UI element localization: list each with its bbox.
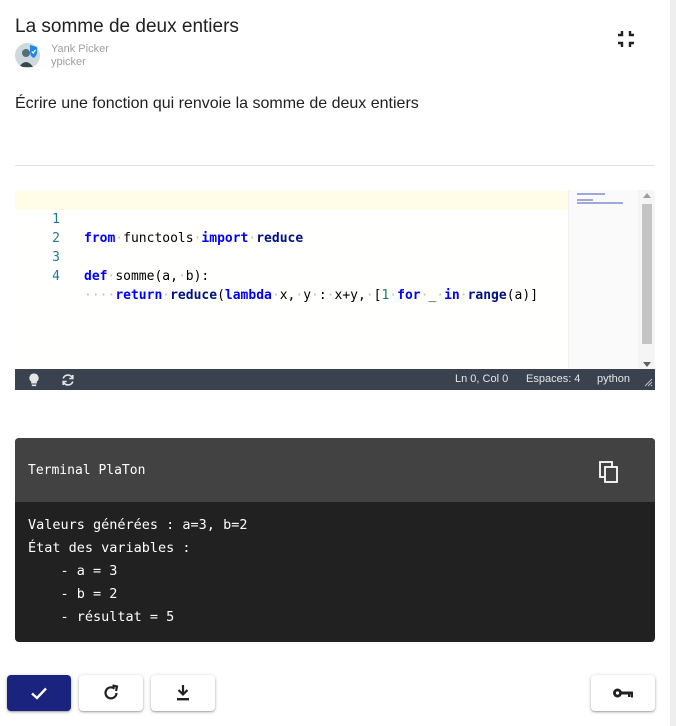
code-text: ····return·reduce(lambda·x,·y·:·x+y,·[1·… [84, 288, 539, 303]
scrollbar-thumb[interactable] [642, 204, 652, 344]
terminal-line: Valeurs générées : a=3, b=2 [28, 517, 248, 533]
divider [15, 165, 655, 166]
exercise-header: La somme de deux entiers Yank Picker ypi… [15, 16, 655, 72]
indentation-setting[interactable]: Espaces: 4 [526, 373, 580, 385]
scroll-down-icon[interactable] [643, 362, 651, 367]
terminal-title: Terminal PlaTon [28, 463, 146, 478]
terminal-output: Valeurs générées : a=3, b=2 État des var… [28, 516, 247, 631]
code-line[interactable]: 2 [15, 210, 568, 246]
terminal-line: État des variables : [28, 540, 191, 556]
terminal-line: - a = 3 [28, 563, 118, 579]
editor-statusbar: Ln 0, Col 0 Espaces: 4 python [15, 369, 655, 390]
author-name: Yank Picker [51, 43, 109, 55]
line-number: 4 [52, 269, 60, 284]
submit-button[interactable] [7, 675, 71, 711]
refresh-icon [104, 684, 119, 700]
copy-icon[interactable] [597, 460, 621, 484]
code-area[interactable]: 1 from·functools·import·reduce 2 3 def·s… [15, 190, 568, 369]
right-scroll-rail [670, 0, 676, 726]
scroll-up-icon[interactable] [643, 193, 651, 198]
exercise-statement: Écrire une fonction qui renvoie la somme… [15, 95, 419, 112]
terminal-line: - b = 2 [28, 586, 118, 602]
lightbulb-icon[interactable] [26, 372, 42, 388]
code-text: def·somme(a,·b): [84, 269, 210, 284]
fullscreen-exit-icon[interactable] [615, 28, 637, 50]
author-username: ypicker [51, 56, 86, 68]
editor-minimap[interactable] [568, 190, 638, 369]
editor-vertical-scrollbar[interactable] [638, 190, 655, 369]
download-button[interactable] [151, 675, 215, 711]
sync-icon[interactable] [60, 372, 76, 388]
code-line[interactable]: 1 from·functools·import·reduce [15, 191, 568, 246]
key-icon [613, 688, 633, 698]
solution-key-button[interactable] [591, 675, 655, 711]
resize-grip-icon[interactable] [643, 377, 653, 387]
cursor-position[interactable]: Ln 0, Col 0 [455, 373, 508, 385]
reset-button[interactable] [79, 675, 143, 711]
code-line[interactable]: 4 ····return·reduce(lambda·x,·y·:·x+y,·[… [15, 248, 568, 303]
download-icon [177, 685, 189, 701]
code-editor[interactable]: 1 from·functools·import·reduce 2 3 def·s… [15, 190, 655, 390]
check-icon [31, 687, 47, 700]
terminal-line: - résultat = 5 [28, 609, 175, 625]
code-line[interactable]: 3 def·somme(a,·b): [15, 229, 568, 284]
author-avatar [15, 43, 40, 68]
exercise-title: La somme de deux entiers [15, 16, 239, 37]
language-mode[interactable]: python [597, 373, 630, 385]
terminal-panel: Terminal PlaTon Valeurs générées : a=3, … [15, 438, 655, 642]
terminal-header: Terminal PlaTon [15, 438, 655, 502]
